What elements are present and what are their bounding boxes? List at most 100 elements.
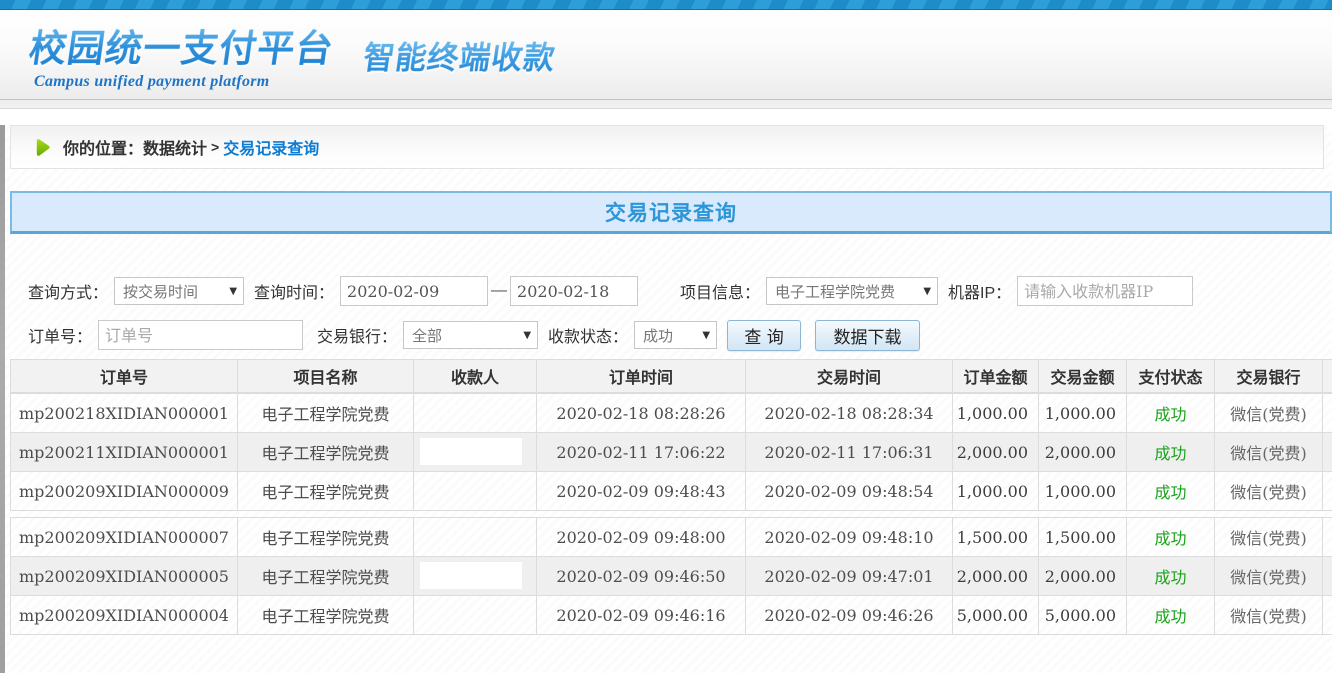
page-left-edge-bar	[0, 125, 5, 673]
column-header: 收款人	[414, 360, 537, 393]
cell-order-time: 2020-02-09 09:46:16	[537, 596, 746, 635]
machine-ip-label: 机器IP：	[948, 279, 1011, 303]
breadcrumb: 你的位置： 数据统计 > 交易记录查询	[10, 125, 1324, 169]
cell-order-no: mp200209XIDIAN000007	[11, 518, 238, 557]
date-to-input[interactable]	[510, 276, 638, 306]
cell-trade-amount: 1,500.00	[1039, 518, 1127, 557]
cell-clipped	[1323, 596, 1332, 635]
query-time-label: 查询时间：	[254, 279, 334, 303]
cell-trade-amount: 1,000.00	[1039, 472, 1127, 511]
cell-project-name: 电子工程学院党费	[238, 557, 414, 596]
cell-payee	[414, 472, 537, 511]
cell-trade-bank: 微信(党费)	[1215, 472, 1323, 511]
receive-status-select[interactable]: 成功 ▼	[634, 321, 717, 349]
query-mode-value: 按交易时间	[123, 281, 198, 302]
cell-order-time: 2020-02-18 08:28:26	[537, 394, 746, 433]
cell-trade-amount: 2,000.00	[1039, 433, 1127, 472]
cell-trade-amount: 1,000.00	[1039, 394, 1127, 433]
dropdown-arrow-icon: ▼	[229, 286, 237, 297]
query-filter-panel: 查询方式： 按交易时间 ▼ 查询时间： — 项目信息： 电子工程学院党费 ▼ 机…	[10, 265, 1332, 357]
cell-trade-time: 2020-02-09 09:48:54	[746, 472, 953, 511]
project-value: 电子工程学院党费	[775, 281, 895, 302]
cell-trade-bank: 微信(党费)	[1215, 596, 1323, 635]
logo-chinese-title: 校园统一支付平台	[26, 18, 338, 72]
cell-trade-amount: 5,000.00	[1039, 596, 1127, 635]
records-table-section: mp200209XIDIAN000007电子工程学院党费 2020-02-09 0…	[10, 517, 1332, 635]
green-arrow-icon	[35, 138, 51, 157]
records-table-header: 订单号项目名称收款人订单时间交易时间订单金额交易金额支付状态交易银行	[10, 359, 1332, 393]
cell-trade-bank: 微信(党费)	[1215, 557, 1323, 596]
project-select[interactable]: 电子工程学院党费 ▼	[766, 277, 938, 305]
breadcrumb-current-link[interactable]: 交易记录查询	[223, 135, 319, 159]
logo-terminal-slogan: 智能终端收款	[361, 32, 559, 77]
logo: 校园统一支付平台 Campus unified payment platform	[30, 18, 334, 91]
data-download-button[interactable]: 数据下载	[815, 320, 920, 351]
cell-order-time: 2020-02-09 09:46:50	[537, 557, 746, 596]
cell-trade-time: 2020-02-09 09:47:01	[746, 557, 953, 596]
cell-payee	[414, 557, 537, 596]
column-header-clipped	[1323, 360, 1332, 393]
cell-order-amount: 5,000.00	[953, 596, 1039, 635]
cell-clipped	[1323, 472, 1332, 511]
cell-trade-time: 2020-02-09 09:46:26	[746, 596, 953, 635]
cell-trade-time: 2020-02-09 09:48:10	[746, 518, 953, 557]
cell-order-time: 2020-02-11 17:06:22	[537, 433, 746, 472]
cell-payee	[414, 518, 537, 557]
column-header: 项目名称	[238, 360, 414, 393]
cell-project-name: 电子工程学院党费	[238, 518, 414, 557]
date-range-dash: —	[491, 282, 507, 300]
receive-status-label: 收款状态：	[548, 323, 628, 347]
dropdown-arrow-icon: ▼	[702, 330, 710, 341]
cell-trade-bank: 微信(党费)	[1215, 433, 1323, 472]
order-no-input[interactable]	[98, 320, 303, 350]
search-button[interactable]: 查 询	[727, 320, 801, 351]
table-row: mp200209XIDIAN000004电子工程学院党费 2020-02-09 0…	[11, 596, 1332, 635]
project-info-label: 项目信息：	[680, 279, 760, 303]
cell-pay-status: 成功	[1127, 394, 1215, 433]
cell-trade-time: 2020-02-18 08:28:34	[746, 394, 953, 433]
cell-project-name: 电子工程学院党费	[238, 596, 414, 635]
column-header: 交易金额	[1039, 360, 1127, 393]
header-separator	[0, 100, 1332, 109]
cell-order-no: mp200218XIDIAN000001	[11, 394, 238, 433]
section-title-bar: 交易记录查询	[10, 191, 1332, 234]
column-header: 交易银行	[1215, 360, 1323, 393]
breadcrumb-prefix: 你的位置：	[63, 135, 143, 159]
cell-pay-status: 成功	[1127, 596, 1215, 635]
cell-pay-status: 成功	[1127, 557, 1215, 596]
table-row: mp200218XIDIAN000001电子工程学院党费2020-02-18 0…	[11, 394, 1332, 433]
machine-ip-input[interactable]	[1017, 276, 1193, 306]
page-title: 交易记录查询	[605, 197, 737, 227]
column-header: 支付状态	[1127, 360, 1215, 393]
cell-pay-status: 成功	[1127, 518, 1215, 557]
cell-clipped	[1323, 394, 1332, 433]
cell-clipped	[1323, 557, 1332, 596]
cell-trade-bank: 微信(党费)	[1215, 394, 1323, 433]
breadcrumb-section: 数据统计	[143, 135, 207, 159]
cell-clipped	[1323, 518, 1332, 557]
cell-pay-status: 成功	[1127, 433, 1215, 472]
records-table: 订单号项目名称收款人订单时间交易时间订单金额交易金额支付状态交易银行 mp200…	[10, 359, 1332, 635]
records-table-section: mp200218XIDIAN000001电子工程学院党费 2020-02-18 0…	[10, 393, 1332, 511]
breadcrumb-separator: >	[211, 139, 219, 155]
cell-order-no: mp200209XIDIAN000009	[11, 472, 238, 511]
cell-order-amount: 2,000.00	[953, 557, 1039, 596]
trade-bank-select[interactable]: 全部 ▼	[403, 321, 538, 349]
cell-trade-amount: 2,000.00	[1039, 557, 1127, 596]
table-row: mp200209XIDIAN000009电子工程学院党费2020-02-09 0…	[11, 472, 1332, 511]
query-mode-select[interactable]: 按交易时间 ▼	[114, 277, 244, 305]
cell-payee	[414, 394, 537, 433]
trade-bank-label: 交易银行：	[317, 323, 397, 347]
app-header: 校园统一支付平台 Campus unified payment platform…	[0, 10, 1332, 100]
cell-trade-bank: 微信(党费)	[1215, 518, 1323, 557]
cell-order-no: mp200209XIDIAN000004	[11, 596, 238, 635]
column-header: 订单金额	[953, 360, 1039, 393]
dropdown-arrow-icon: ▼	[523, 330, 531, 341]
column-header: 交易时间	[746, 360, 953, 393]
order-no-label: 订单号：	[28, 323, 92, 347]
cell-project-name: 电子工程学院党费	[238, 433, 414, 472]
cell-pay-status: 成功	[1127, 472, 1215, 511]
date-from-input[interactable]	[340, 276, 488, 306]
table-row: mp200211XIDIAN000001电子工程学院党费2020-02-11 1…	[11, 433, 1332, 472]
logo-english-subtitle: Campus unified payment platform	[34, 73, 334, 91]
